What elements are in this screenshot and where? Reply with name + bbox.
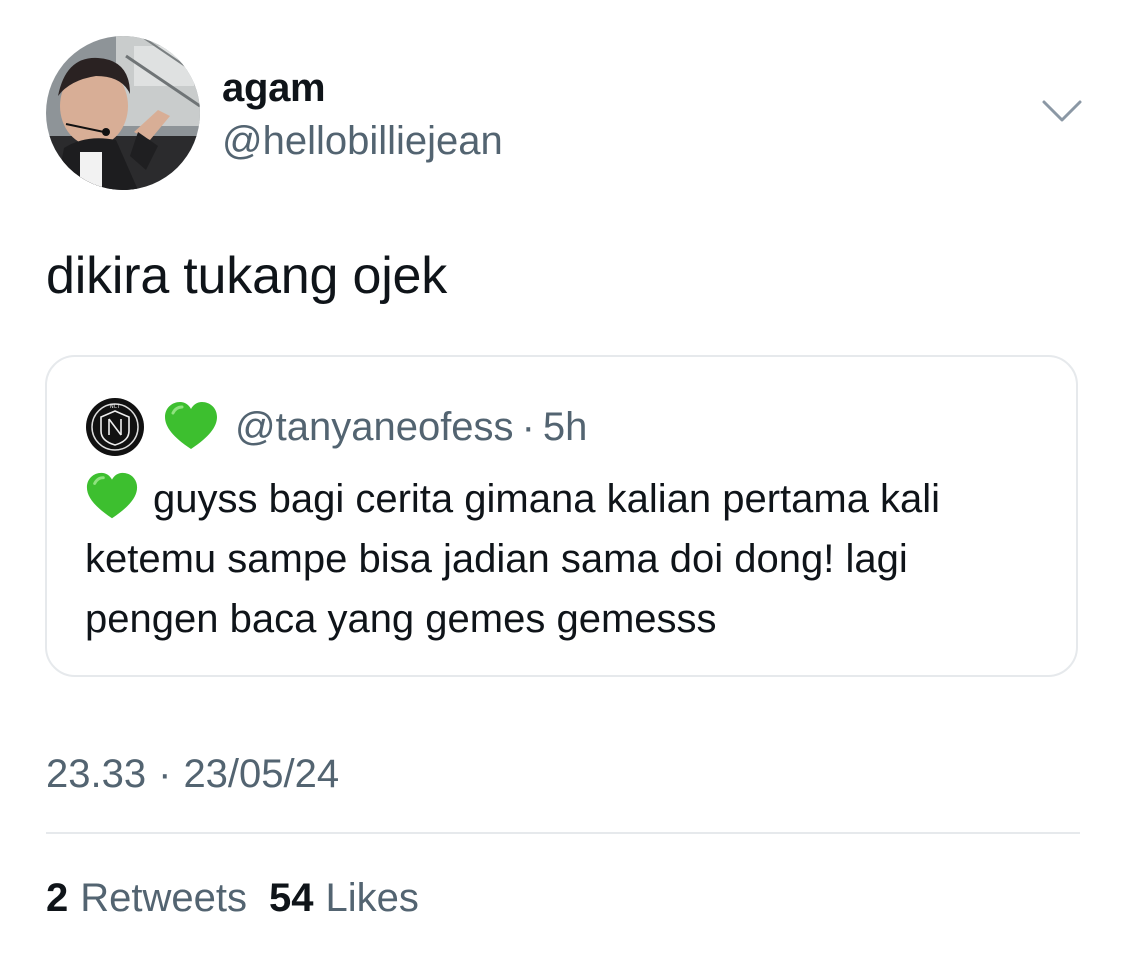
tweet-text: dikira tukang ojek [46,247,448,305]
quote-body: guyss bagi cerita gimana kalian pertama … [85,469,1045,649]
author-handle[interactable]: @hellobilliejean [222,117,503,165]
author-avatar[interactable] [46,36,200,190]
retweets-count: 2 [46,876,69,920]
green-heart-icon [85,470,139,524]
quote-text: guyss bagi cerita gimana kalian pertama … [85,477,941,641]
likes-count: 54 [269,876,314,920]
quote-separator: · [521,405,535,449]
tweet-date: 23/05/24 [183,752,340,796]
green-heart-icon [163,399,219,455]
divider [46,832,1080,834]
likes-stat[interactable]: 54 Likes [269,874,419,922]
engagement-stats: 2 Retweets 54 Likes [46,874,419,922]
chevron-down-icon[interactable] [1040,96,1084,128]
quote-author-handle[interactable]: @tanyaneofess [235,403,514,451]
timestamp-separator: · [158,752,172,796]
retweets-stat[interactable]: 2 Retweets [46,874,247,922]
author-display-name[interactable]: agam [222,64,326,112]
tweet-time: 23.33 [46,752,147,796]
quote-tweet-card[interactable]: NCT @tanyaneofess · 5h guyss bagi cerita… [45,355,1078,677]
quote-header: NCT @tanyaneofess · 5h [85,397,587,457]
likes-label: Likes [325,876,419,920]
retweets-label: Retweets [80,876,247,920]
quote-time[interactable]: 5h [543,403,588,451]
tweet-timestamp[interactable]: 23.33 · 23/05/24 [46,750,339,798]
nct-logo-icon[interactable]: NCT [85,397,145,457]
logo-label: NCT [110,404,121,410]
